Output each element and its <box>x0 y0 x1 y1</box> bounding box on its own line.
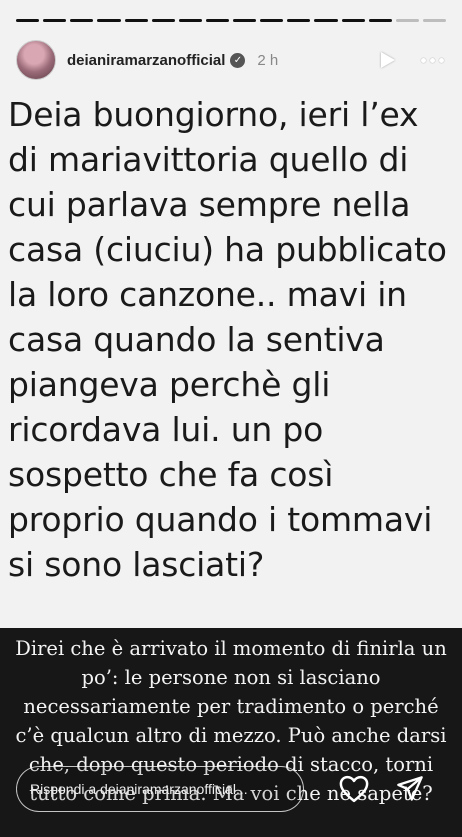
progress-segment <box>368 19 392 22</box>
story-header: deianiramarzanofficial ✓ 2 h <box>16 40 444 80</box>
progress-segment <box>341 19 365 22</box>
post-time: 2 h <box>257 51 279 69</box>
reply-input[interactable]: Rispondi a deianiramarzanofficial... <box>16 766 304 812</box>
progress-segment <box>205 19 229 22</box>
avatar[interactable] <box>16 40 56 80</box>
progress-segment <box>233 19 257 22</box>
play-icon[interactable] <box>381 52 395 68</box>
heart-icon[interactable] <box>337 772 371 806</box>
reply-bar: Rispondi a deianiramarzanofficial... <box>16 766 448 812</box>
more-options-icon[interactable] <box>421 57 444 63</box>
progress-segment <box>124 19 148 22</box>
progress-segment <box>151 19 175 22</box>
progress-segment <box>422 19 446 22</box>
progress-segment <box>16 19 40 22</box>
progress-segment <box>97 19 121 22</box>
question-text: Deia buongiorno, ieri l’ex di mariavitto… <box>8 95 447 584</box>
progress-segment <box>314 19 338 22</box>
progress-segment <box>395 19 419 22</box>
progress-segment <box>43 19 67 22</box>
verified-badge-icon: ✓ <box>230 52 246 68</box>
progress-segment <box>287 19 311 22</box>
send-icon[interactable] <box>393 772 427 806</box>
progress-segment <box>260 19 284 22</box>
progress-segment <box>178 19 202 22</box>
progress-segment <box>70 19 94 22</box>
username[interactable]: deianiramarzanofficial <box>67 52 225 69</box>
story-progress-bar <box>16 19 446 22</box>
